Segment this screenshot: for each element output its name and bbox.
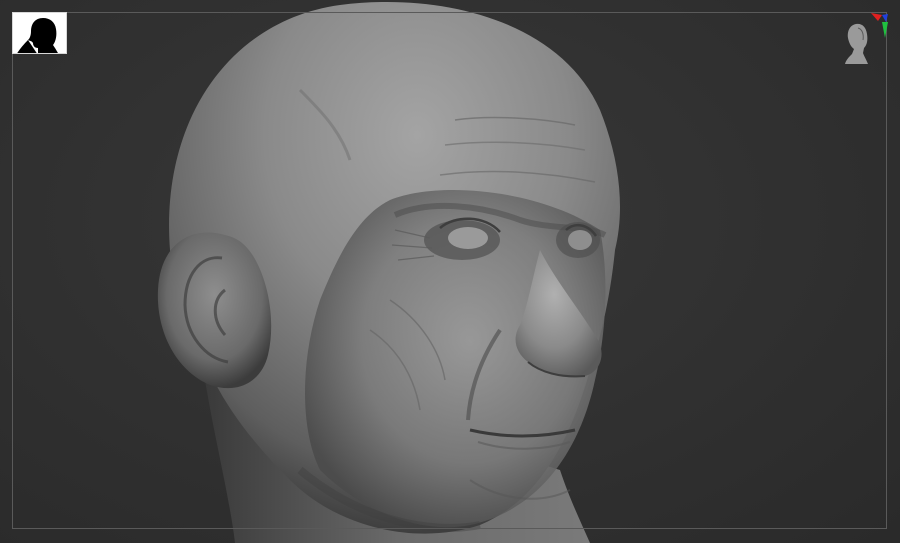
sculpted-head-model[interactable] — [0, 0, 900, 543]
head-silhouette-icon — [13, 13, 66, 53]
head-orientation-icon — [845, 13, 888, 64]
silhouette-thumbnail[interactable] — [12, 12, 67, 54]
navigation-gizmo[interactable] — [838, 10, 890, 70]
sculpt-viewport[interactable] — [0, 0, 900, 543]
